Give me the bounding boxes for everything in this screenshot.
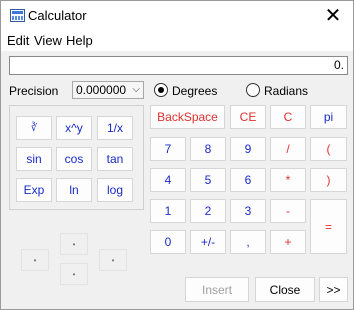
precision-value: 0.000000 — [76, 83, 127, 97]
expand-button[interactable]: >> — [319, 277, 348, 302]
nav-right-button[interactable]: • — [99, 249, 127, 271]
open-paren-button[interactable]: ( — [310, 137, 347, 161]
digit-5-button[interactable]: 5 — [190, 168, 226, 192]
digit-8-button[interactable]: 8 — [190, 137, 226, 161]
title-bar: Calculator ✕ — [1, 1, 353, 31]
chevron-down-icon: ⌵ — [132, 84, 140, 95]
nav-down-button[interactable]: • — [60, 263, 88, 285]
cos-button[interactable]: cos — [56, 147, 92, 171]
digit-0-button[interactable]: 0 — [150, 230, 186, 254]
precision-dropdown[interactable]: 0.000000 ⌵ — [72, 81, 144, 99]
divide-button[interactable]: / — [270, 137, 306, 161]
cube-root-button[interactable]: ∛ — [16, 116, 52, 140]
digit-2-button[interactable]: 2 — [190, 199, 226, 223]
add-button[interactable]: + — [270, 230, 306, 254]
ln-button[interactable]: ln — [56, 178, 92, 202]
exp-button[interactable]: Exp — [16, 178, 52, 202]
backspace-button[interactable]: BackSpace — [150, 105, 225, 129]
menu-bar: Edit View Help — [1, 31, 353, 51]
menu-view[interactable]: View — [34, 33, 62, 48]
radians-radio[interactable] — [246, 83, 260, 97]
calculator-window: Calculator ✕ Edit View Help 0. Precision… — [0, 0, 354, 310]
negate-button[interactable]: +/- — [190, 230, 226, 254]
tan-button[interactable]: tan — [97, 147, 133, 171]
equals-button[interactable]: = — [310, 199, 347, 254]
close-button[interactable]: Close — [255, 277, 315, 302]
log-button[interactable]: log — [97, 178, 133, 202]
digit-3-button[interactable]: 3 — [230, 199, 266, 223]
pi-button[interactable]: pi — [310, 105, 347, 129]
close-paren-button[interactable]: ) — [310, 168, 347, 192]
decimal-separator-button[interactable]: , — [230, 230, 266, 254]
nav-up-button[interactable]: • — [60, 233, 88, 255]
degrees-label: Degrees — [172, 84, 218, 98]
power-button[interactable]: x^y — [56, 116, 92, 140]
insert-button[interactable]: Insert — [185, 277, 249, 302]
digit-6-button[interactable]: 6 — [230, 168, 266, 192]
digit-4-button[interactable]: 4 — [150, 168, 186, 192]
precision-label: Precision — [9, 84, 59, 98]
reciprocal-button[interactable]: 1/x — [97, 116, 133, 140]
digit-7-button[interactable]: 7 — [150, 137, 186, 161]
radians-label: Radians — [264, 84, 309, 98]
menu-edit[interactable]: Edit — [7, 33, 29, 48]
digit-9-button[interactable]: 9 — [230, 137, 266, 161]
sin-button[interactable]: sin — [16, 147, 52, 171]
multiply-button[interactable]: * — [270, 168, 306, 192]
result-display[interactable]: 0. — [9, 56, 348, 75]
calculator-icon — [10, 9, 25, 22]
nav-left-button[interactable]: • — [21, 249, 49, 271]
close-window-button[interactable]: ✕ — [323, 5, 343, 25]
subtract-button[interactable]: - — [270, 199, 306, 223]
clear-button[interactable]: C — [270, 105, 306, 129]
menu-help[interactable]: Help — [66, 33, 93, 48]
window-title: Calculator — [28, 8, 87, 23]
clear-entry-button[interactable]: CE — [230, 105, 266, 129]
digit-1-button[interactable]: 1 — [150, 199, 186, 223]
degrees-radio[interactable] — [154, 83, 168, 97]
